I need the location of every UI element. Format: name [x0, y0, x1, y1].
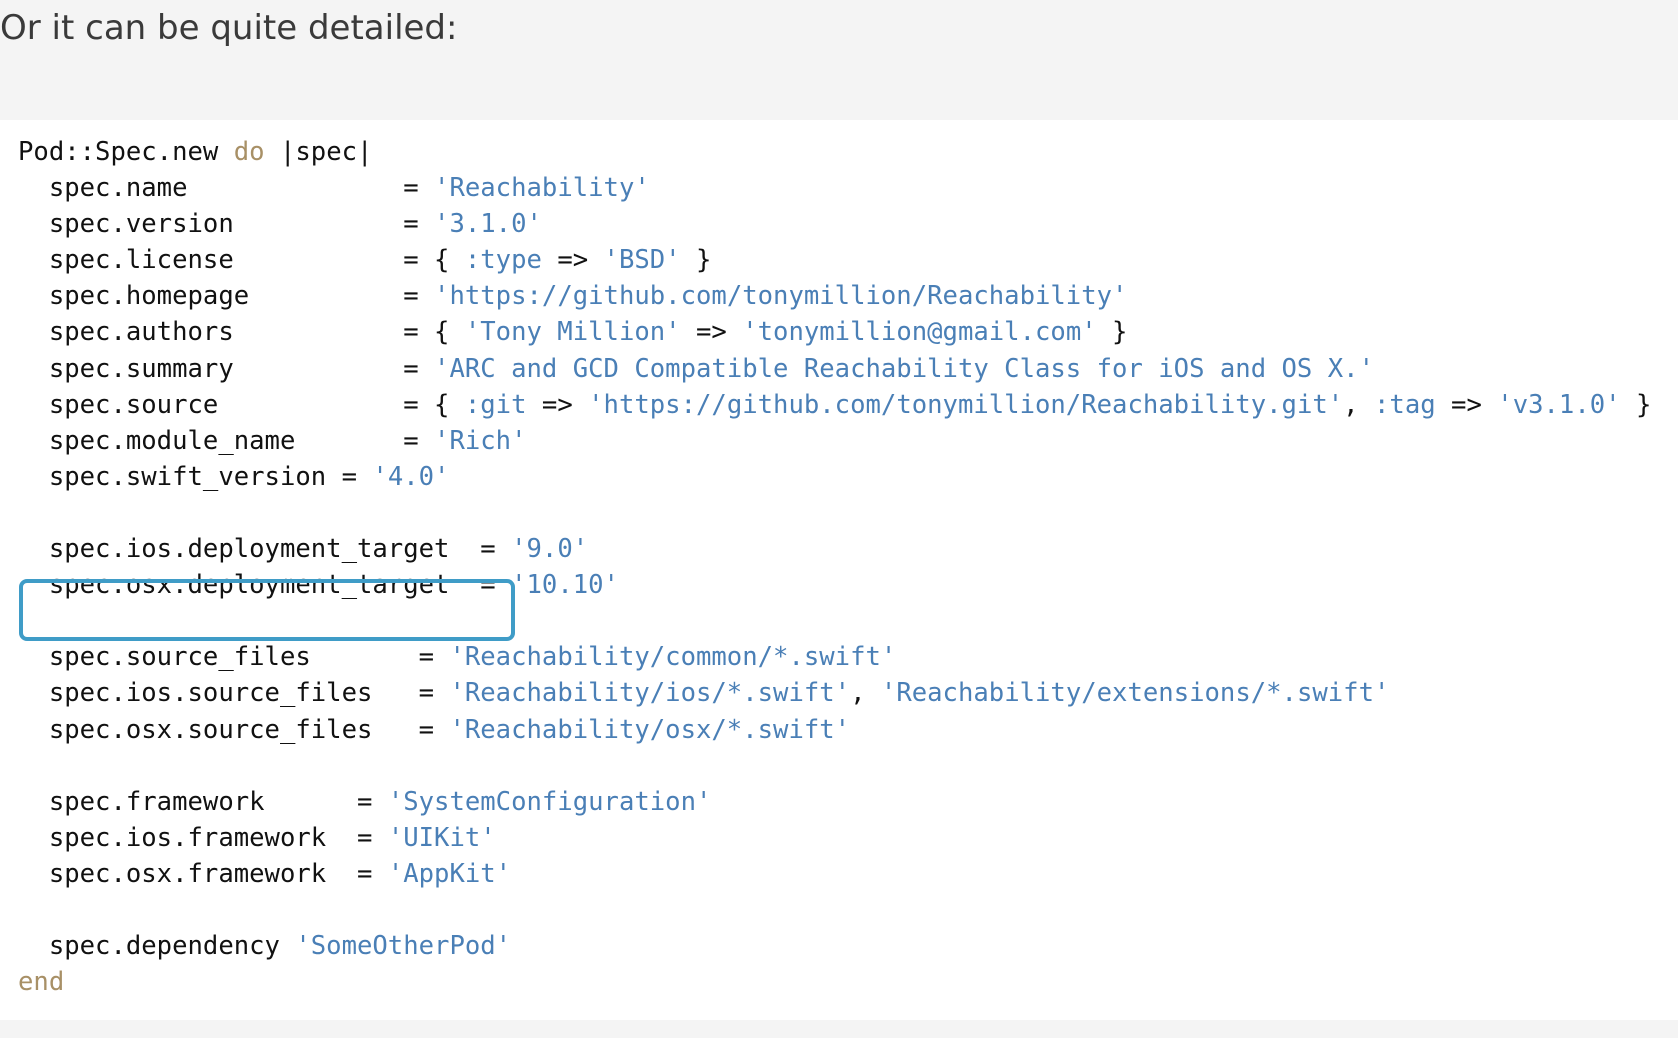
code-text: spec.source_files = [18, 642, 450, 673]
code-line: spec.summary = 'ARC and GCD Compatible R… [18, 351, 1651, 387]
code-block: Pod::Spec.new do |spec| spec.name = 'Rea… [0, 120, 1678, 1020]
code-line: spec.module_name = 'Rich' [18, 423, 1651, 459]
string-literal: 'v3.1.0' [1497, 389, 1621, 420]
symbol: :type [464, 245, 542, 276]
string-literal: 'SystemConfiguration' [387, 786, 712, 817]
code-line: spec.homepage = 'https://github.com/tony… [18, 278, 1651, 314]
code-line: spec.osx.framework = 'AppKit' [18, 856, 1651, 892]
code-text: spec.name = [18, 173, 435, 204]
string-literal: '9.0' [511, 534, 589, 565]
code-line: spec.name = 'Reachability' [18, 170, 1651, 206]
string-literal: 'Reachability/ios/*.swift' [449, 678, 851, 709]
string-literal: 'Reachability/common/*.swift' [449, 642, 897, 673]
code-text: , [850, 678, 881, 709]
string-literal: 'tonymillion@gmail.com' [742, 317, 1097, 348]
code-line: end [18, 964, 1651, 1000]
code-line: Pod::Spec.new do |spec| [18, 134, 1651, 170]
code-text: spec.license = { [18, 245, 465, 276]
string-literal: '3.1.0' [434, 209, 542, 240]
string-literal: 'https://github.com/tonymillion/Reachabi… [588, 389, 1344, 420]
code-text: } [680, 245, 712, 276]
podspec-code: Pod::Spec.new do |spec| spec.name = 'Rea… [18, 134, 1651, 1000]
keyword: do [233, 137, 265, 167]
code-text: spec.version = [18, 209, 435, 240]
code-line: spec.source = { :git => 'https://github.… [18, 387, 1652, 423]
code-text: => [526, 389, 589, 420]
code-text: spec.framework = [18, 786, 388, 817]
string-literal: 'UIKit' [387, 822, 496, 853]
code-line: spec.ios.deployment_target = '9.0' [18, 531, 1651, 567]
code-text: spec.dependency [18, 931, 296, 962]
code-text: spec.homepage = [18, 281, 435, 312]
string-literal: 'BSD' [603, 245, 681, 276]
symbol: :git [464, 389, 527, 420]
code-text: spec.authors = { [18, 317, 465, 348]
code-line: spec.license = { :type => 'BSD' } [18, 242, 1651, 278]
code-text: spec.osx.source_files = [18, 714, 450, 745]
code-text: |spec| [264, 137, 373, 167]
code-line: spec.ios.source_files = 'Reachability/io… [18, 675, 1651, 711]
code-text: Pod::Spec.new [18, 137, 234, 167]
code-text: => [1435, 389, 1498, 420]
string-literal: '10.10' [511, 570, 619, 601]
code-line: spec.ios.framework = 'UIKit' [18, 820, 1651, 856]
code-line: spec.swift_version = '4.0' [18, 459, 1651, 495]
code-text: => [541, 245, 604, 276]
code-line: spec.framework = 'SystemConfiguration' [18, 784, 1651, 820]
code-text: } [1620, 389, 1652, 420]
code-text: => [680, 317, 743, 348]
string-literal: 'Reachability/extensions/*.swift' [880, 678, 1390, 709]
intro-paragraph: Or it can be quite detailed: [0, 8, 458, 48]
symbol: :tag [1374, 389, 1436, 420]
keyword: end [18, 967, 65, 998]
code-text: spec.ios.framework = [18, 822, 388, 853]
string-literal: 'Rich' [434, 425, 527, 456]
code-text: spec.ios.deployment_target = [18, 534, 512, 565]
string-literal: 'Reachability/osx/*.swift' [449, 714, 851, 745]
string-literal: 'Tony Million' [464, 317, 681, 348]
code-text: spec.osx.framework = [18, 858, 388, 889]
string-literal: '4.0' [372, 461, 450, 492]
code-text: spec.ios.source_files = [18, 678, 450, 709]
code-text: spec.summary = [18, 353, 435, 384]
string-literal: 'SomeOtherPod' [295, 931, 512, 962]
code-text: } [1096, 317, 1128, 348]
code-line: spec.osx.source_files = 'Reachability/os… [18, 712, 1651, 748]
string-literal: 'Reachability' [434, 173, 650, 204]
string-literal: 'AppKit' [387, 858, 512, 889]
code-line: spec.source_files = 'Reachability/common… [18, 639, 1651, 675]
code-line: spec.dependency 'SomeOtherPod' [18, 928, 1651, 964]
string-literal: 'ARC and GCD Compatible Reachability Cla… [434, 353, 1374, 384]
code-text: , [1343, 389, 1374, 420]
code-text: spec.swift_version = [18, 461, 373, 492]
code-text: spec.module_name = [18, 425, 435, 456]
string-literal: 'https://github.com/tonymillion/Reachabi… [434, 281, 1128, 312]
swift-version-highlight [19, 579, 515, 641]
code-text: spec.source = { [18, 389, 465, 420]
code-line: spec.version = '3.1.0' [18, 206, 1651, 242]
code-line: spec.authors = { 'Tony Million' => 'tony… [18, 314, 1651, 350]
